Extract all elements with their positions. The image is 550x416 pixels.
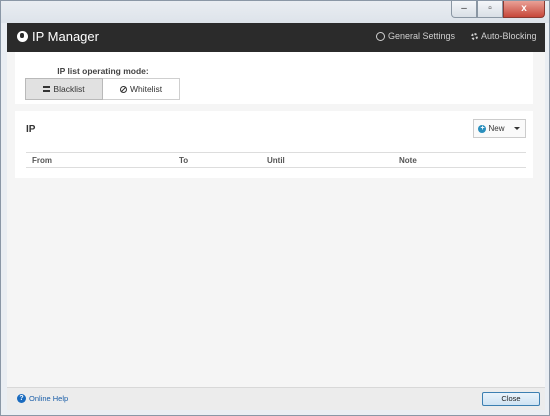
mode-panel: IP list operating mode: Blacklist Whitel… [15,52,533,104]
general-settings-link[interactable]: General Settings [376,31,455,41]
help-icon: ? [17,394,26,403]
globe-icon [17,31,28,42]
new-dropdown-button[interactable] [509,119,526,138]
app-title: IP Manager [32,29,99,44]
close-window-button[interactable]: x [503,1,545,18]
list-icon [43,86,51,92]
new-ip-button[interactable]: + New [473,119,510,138]
app-header: IP Manager General Settings Auto-Blockin… [7,23,545,52]
plus-icon: + [478,124,487,133]
footer-bar: ? Online Help Close [7,387,545,410]
window-controls: – ▫ x [451,1,545,18]
maximize-button[interactable]: ▫ [477,1,503,18]
column-until[interactable]: Until [267,156,285,165]
whitelist-label: Whitelist [129,84,163,94]
mode-label: IP list operating mode: [57,66,149,76]
ban-icon [119,85,127,93]
general-settings-label: General Settings [388,31,456,41]
auto-blocking-link[interactable]: Auto-Blocking [471,31,537,41]
online-help-label: Online Help [29,394,69,403]
clock-icon [376,31,385,41]
ip-panel-title: IP [26,124,36,135]
new-button-label: New [488,124,505,133]
minimize-button[interactable]: – [451,1,477,18]
auto-blocking-label: Auto-Blocking [481,31,537,41]
blacklist-button[interactable]: Blacklist [25,78,103,100]
column-to[interactable]: To [179,156,188,165]
mode-selector: Blacklist Whitelist [25,78,180,100]
app-window: – ▫ x IP Manager General Settings Auto-B… [0,0,550,416]
main-content: IP list operating mode: Blacklist Whitel… [7,52,545,387]
app-brand: IP Manager [17,29,99,44]
gear-icon [471,32,478,40]
blacklist-label: Blacklist [53,84,85,94]
ip-table-header: From To Until Note [26,152,526,168]
column-note[interactable]: Note [399,156,417,165]
online-help-link[interactable]: ? Online Help [17,394,68,403]
ip-panel: IP + New From To Until Note [15,111,533,178]
window-titlebar[interactable]: – ▫ x [1,1,549,23]
caret-down-icon [514,127,520,130]
whitelist-button[interactable]: Whitelist [103,78,180,100]
column-from[interactable]: From [32,156,52,165]
close-button[interactable]: Close [482,392,540,406]
